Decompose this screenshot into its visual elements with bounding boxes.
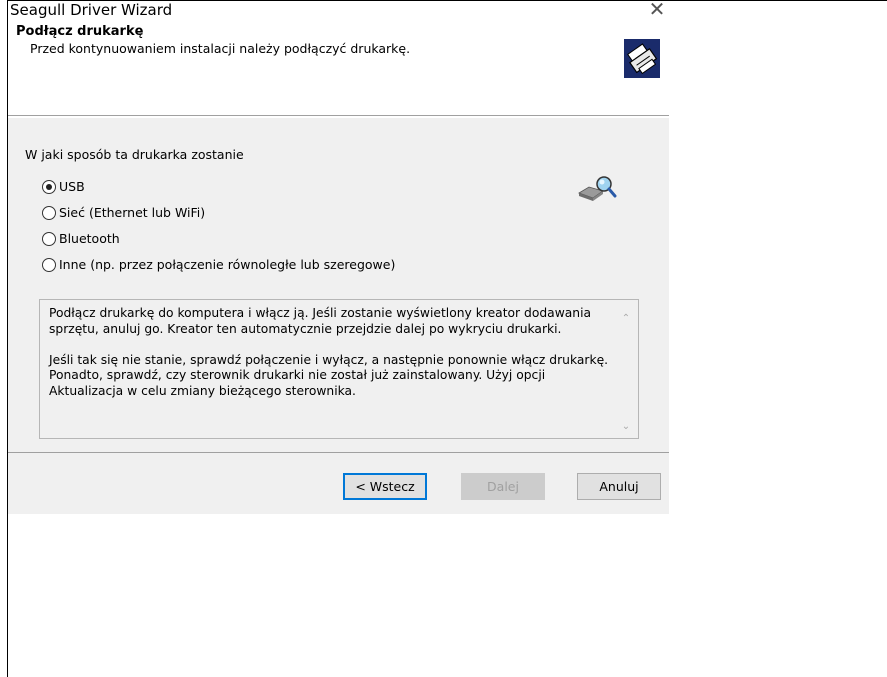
scroll-up-icon[interactable]: ⌃ bbox=[618, 312, 634, 326]
radio-label: USB bbox=[59, 179, 85, 194]
radio-label: Sieć (Ethernet lub WiFi) bbox=[59, 205, 206, 220]
page-subtitle: Przed kontynuowaniem instalacji należy p… bbox=[30, 41, 411, 56]
next-button[interactable]: Dalej bbox=[461, 473, 545, 500]
back-button[interactable]: < Wstecz bbox=[343, 473, 427, 500]
radio-other[interactable]: Inne (np. przez połączenie równoległe lu… bbox=[42, 257, 395, 272]
radio-button[interactable] bbox=[42, 231, 56, 246]
radio-label: Inne (np. przez połączenie równoległe lu… bbox=[59, 257, 396, 272]
close-icon[interactable]: ✕ bbox=[642, 0, 672, 21]
printer-search-icon bbox=[577, 173, 617, 203]
radio-network[interactable]: Sieć (Ethernet lub WiFi) bbox=[42, 205, 205, 220]
header-separator-highlight bbox=[8, 116, 669, 117]
radio-usb[interactable]: USB bbox=[42, 179, 85, 194]
radio-label: Bluetooth bbox=[59, 231, 120, 246]
info-paragraph: Podłącz drukarkę do komputera i włącz ją… bbox=[49, 306, 592, 336]
info-textbox[interactable]: Podłącz drukarkę do komputera i włącz ją… bbox=[39, 299, 639, 439]
radio-bluetooth[interactable]: Bluetooth bbox=[42, 231, 120, 246]
printer-wizard-icon bbox=[624, 39, 660, 78]
page-title: Podłącz drukarkę bbox=[16, 24, 144, 39]
info-paragraph: Jeśli tak się nie stanie, sprawdź połącz… bbox=[49, 352, 609, 398]
wizard-footer bbox=[8, 453, 669, 514]
radio-button[interactable] bbox=[42, 205, 56, 220]
connection-question: W jaki sposób ta drukarka zostanie bbox=[25, 147, 244, 162]
window-title: Seagull Driver Wizard bbox=[10, 1, 173, 19]
radio-button[interactable] bbox=[42, 179, 56, 194]
scroll-down-icon[interactable]: ⌄ bbox=[618, 420, 634, 434]
wizard-header bbox=[8, 26, 669, 115]
cancel-button[interactable]: Anuluj bbox=[577, 473, 661, 500]
radio-button[interactable] bbox=[42, 257, 56, 272]
